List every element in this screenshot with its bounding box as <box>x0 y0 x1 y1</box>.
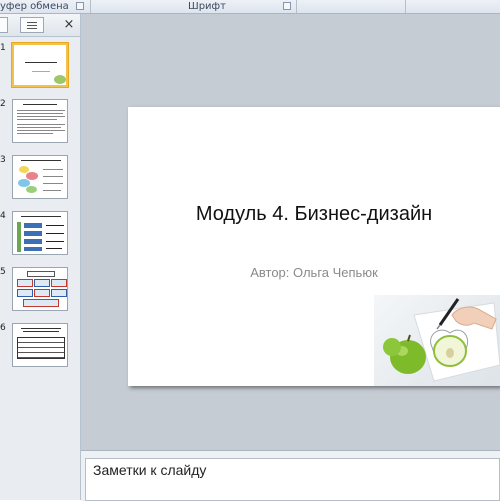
slide-thumbnail[interactable] <box>12 323 68 367</box>
slide-thumbnail[interactable] <box>12 267 68 311</box>
thumb-table <box>17 337 65 359</box>
close-panel-button[interactable]: × <box>62 17 76 33</box>
thumb-title-line <box>23 104 57 105</box>
notes-placeholder: Заметки к слайду <box>93 462 207 478</box>
thumb-diagram-shape <box>24 239 42 244</box>
thumb-title-line <box>25 62 57 63</box>
thumb-diagram-shape <box>34 279 50 287</box>
thumb-text-line <box>43 183 63 184</box>
slide-number: 5 <box>0 267 6 277</box>
thumb-text-line <box>43 190 61 191</box>
slide-subtitle[interactable]: Автор: Ольга Чепьюк <box>128 265 500 280</box>
slide-thumbnail[interactable] <box>12 211 68 255</box>
notes-input[interactable]: Заметки к слайду <box>85 458 500 501</box>
group-separator <box>90 0 91 13</box>
slide-thumbnail-row[interactable]: 4 <box>0 211 80 263</box>
thumb-apple-image <box>54 75 66 84</box>
slide-thumbnail-row[interactable]: 3 <box>0 155 80 207</box>
slide-thumbnail-row[interactable]: 2 <box>0 99 80 151</box>
thumb-text-line <box>17 110 65 111</box>
slide-thumbnail[interactable] <box>12 155 68 199</box>
thumb-diagram-shape <box>24 247 42 251</box>
thumb-text-line <box>17 124 65 125</box>
group-separator <box>405 0 406 13</box>
thumb-text-line <box>46 233 64 234</box>
outline-icon <box>27 22 37 23</box>
thumb-title-line <box>21 328 61 329</box>
thumb-diagram-shape <box>26 186 37 193</box>
slide-thumbnail-row[interactable]: 5 <box>0 267 80 319</box>
apple-and-hand-illustration <box>383 298 500 382</box>
thumb-text-line <box>43 176 63 177</box>
thumb-diagram-shape <box>51 279 67 287</box>
font-dialog-launcher-icon[interactable] <box>283 2 291 10</box>
thumb-text-line <box>17 113 63 114</box>
group-separator <box>296 0 297 13</box>
thumb-subtitle-line <box>32 71 50 72</box>
thumb-diagram-shape <box>17 289 33 297</box>
thumb-text-line <box>46 248 62 249</box>
thumb-text-line <box>17 127 61 128</box>
slide-thumbnail[interactable] <box>12 43 68 87</box>
tab-slides[interactable] <box>0 17 8 33</box>
panel-tabs: × <box>0 14 80 37</box>
notes-pane: Заметки к слайду <box>81 450 500 501</box>
slide-number: 3 <box>0 155 6 165</box>
thumb-text-line <box>46 241 64 242</box>
thumb-diagram-shape <box>34 289 50 297</box>
slides-panel: × 1 2 3 4 5 6 <box>0 14 81 500</box>
thumb-diagram-shape <box>17 222 21 252</box>
slide-number: 4 <box>0 211 6 221</box>
slide-workspace: Модуль 4. Бизнес-дизайн Автор: Ольга Чеп… <box>81 14 500 450</box>
thumb-text-line <box>17 133 53 134</box>
thumb-title-line <box>23 331 59 332</box>
current-slide[interactable]: Модуль 4. Бизнес-дизайн Автор: Ольга Чеп… <box>128 107 500 386</box>
thumb-text-line <box>17 119 57 120</box>
slide-picture-apple[interactable] <box>374 295 500 386</box>
clipboard-dialog-launcher-icon[interactable] <box>76 2 84 10</box>
thumb-title-line <box>21 160 61 161</box>
thumb-diagram-shape <box>17 279 33 287</box>
thumb-diagram-shape <box>23 299 59 307</box>
slide-title[interactable]: Модуль 4. Бизнес-дизайн <box>128 203 500 226</box>
thumb-diagram-shape <box>27 271 55 277</box>
slide-number: 2 <box>0 99 6 109</box>
thumb-text-line <box>17 130 65 131</box>
slide-thumbnail-row[interactable]: 6 <box>0 323 80 375</box>
thumb-diagram-shape <box>24 223 42 228</box>
clipboard-group-label: уфер обмена <box>0 1 69 12</box>
thumb-text-line <box>43 169 63 170</box>
thumb-diagram-shape <box>24 231 42 236</box>
slide-number: 6 <box>0 323 6 333</box>
thumb-text-line <box>46 225 64 226</box>
font-group-label: Шрифт <box>188 1 226 12</box>
thumb-text-line <box>17 116 65 117</box>
slide-number: 1 <box>0 43 6 53</box>
thumb-title-line <box>21 216 61 217</box>
thumb-diagram-shape <box>26 172 38 180</box>
tab-outline[interactable] <box>20 17 44 33</box>
ribbon-group-labels: уфер обмена Шрифт <box>0 0 500 14</box>
thumb-diagram-shape <box>51 289 67 297</box>
slide-thumbnail-row[interactable]: 1 <box>0 43 80 95</box>
slide-thumbnail[interactable] <box>12 99 68 143</box>
